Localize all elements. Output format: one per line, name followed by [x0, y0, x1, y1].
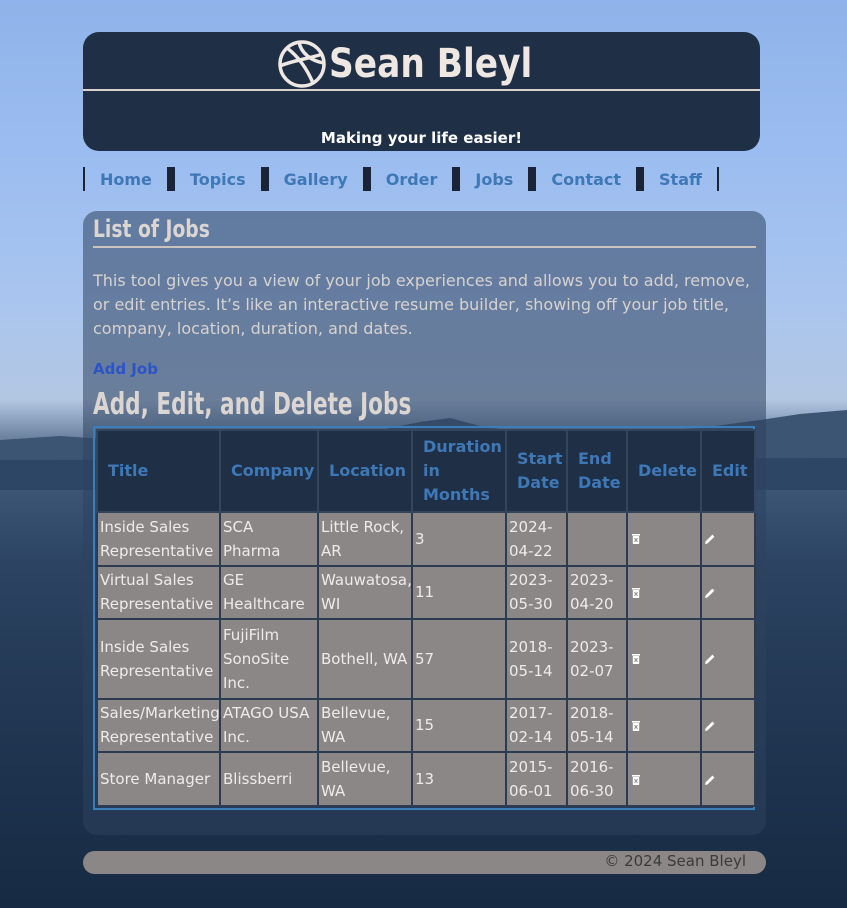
- site-header: Sean Bleyl Making your life easier!: [83, 32, 760, 151]
- edit-cell: [700, 697, 756, 754]
- cell-company: GE Healthcare: [219, 564, 319, 621]
- add-job-link[interactable]: Add Job: [93, 360, 158, 378]
- jobs-panel: List of Jobs This tool gives you a view …: [83, 211, 766, 835]
- cell-start-date: 2015-06-01: [505, 751, 568, 807]
- nav-divider: [716, 167, 719, 191]
- cell-title: Store Manager: [96, 751, 221, 807]
- edit-cell: [700, 564, 756, 621]
- edit-cell: [700, 618, 756, 700]
- column-header-title[interactable]: Title: [96, 429, 221, 513]
- nav-item-staff[interactable]: Staff: [644, 170, 717, 189]
- column-header-start-date[interactable]: Start Date: [505, 429, 568, 513]
- cell-start-date: 2023-05-30: [505, 564, 568, 621]
- nav-item-topics[interactable]: Topics: [175, 170, 261, 189]
- cell-location: Bothell, WA: [317, 618, 413, 700]
- jobs-table: Title Company Location Duration in Month…: [96, 429, 756, 807]
- cell-location: Wauwatosa, WI: [317, 564, 413, 621]
- trash-icon[interactable]: [630, 774, 642, 786]
- nav-divider: [452, 167, 461, 191]
- nav-item-order[interactable]: Order: [371, 170, 453, 189]
- table-row: Inside Sales Representative FujiFilm Son…: [96, 618, 756, 700]
- site-footer: © 2024 Sean Bleyl: [83, 851, 766, 874]
- nav-divider: [166, 167, 175, 191]
- table-row: Inside Sales Representative SCA Pharma L…: [96, 511, 756, 567]
- pencil-icon[interactable]: [704, 587, 716, 599]
- copyright-text: © 2024 Sean Bleyl: [604, 852, 746, 870]
- cell-location: Little Rock, AR: [317, 511, 413, 567]
- cell-title: Sales/Marketing Representative: [96, 697, 221, 754]
- edit-cell: [700, 511, 756, 567]
- pencil-icon[interactable]: [704, 720, 716, 732]
- edit-cell: [700, 751, 756, 807]
- cell-company: Blissberri: [219, 751, 319, 807]
- cell-end-date: 2023-02-07: [566, 618, 628, 700]
- cell-start-date: 2018-05-14: [505, 618, 568, 700]
- brand-name: Sean Bleyl: [329, 41, 533, 87]
- column-header-edit[interactable]: Edit: [700, 429, 756, 513]
- table-header-row: Title Company Location Duration in Month…: [96, 429, 756, 513]
- nav-item-home[interactable]: Home: [85, 170, 167, 189]
- delete-cell: [626, 564, 702, 621]
- nav-item-jobs[interactable]: Jobs: [460, 170, 528, 189]
- cell-company: SCA Pharma: [219, 511, 319, 567]
- cell-title: Inside Sales Representative: [96, 511, 221, 567]
- trash-icon[interactable]: [630, 533, 642, 545]
- table-row: Store Manager Blissberri Bellevue, WA 13…: [96, 751, 756, 807]
- column-header-location[interactable]: Location: [317, 429, 413, 513]
- cell-end-date: 2016-06-30: [566, 751, 628, 807]
- column-header-duration[interactable]: Duration in Months: [411, 429, 507, 513]
- pencil-icon[interactable]: [704, 533, 716, 545]
- column-header-end-date[interactable]: End Date: [566, 429, 628, 513]
- cell-location: Bellevue, WA: [317, 697, 413, 754]
- tagline: Making your life easier!: [320, 129, 523, 147]
- table-row: Virtual Sales Representative GE Healthca…: [96, 564, 756, 621]
- cell-duration: 15: [411, 697, 507, 754]
- cell-company: FujiFilm SonoSite Inc.: [219, 618, 319, 700]
- column-header-company[interactable]: Company: [219, 429, 319, 513]
- title-divider: [93, 246, 756, 248]
- page-title: List of Jobs: [93, 215, 210, 243]
- trash-icon[interactable]: [630, 653, 642, 665]
- jobs-table-wrapper: Title Company Location Duration in Month…: [93, 426, 756, 810]
- cell-duration: 13: [411, 751, 507, 807]
- cell-duration: 57: [411, 618, 507, 700]
- table-row: Sales/Marketing Representative ATAGO USA…: [96, 697, 756, 754]
- column-header-delete[interactable]: Delete: [626, 429, 702, 513]
- cell-end-date: 2018-05-14: [566, 697, 628, 754]
- delete-cell: [626, 751, 702, 807]
- cell-duration: 11: [411, 564, 507, 621]
- cell-company: ATAGO USA Inc.: [219, 697, 319, 754]
- pencil-icon[interactable]: [704, 774, 716, 786]
- cell-title: Virtual Sales Representative: [96, 564, 221, 621]
- nav-item-gallery[interactable]: Gallery: [269, 170, 363, 189]
- nav-item-contact[interactable]: Contact: [536, 170, 636, 189]
- main-nav: Home Topics Gallery Order Jobs Contact S…: [83, 167, 719, 191]
- basketball-icon: [278, 40, 327, 88]
- trash-icon[interactable]: [630, 720, 642, 732]
- nav-divider: [260, 167, 269, 191]
- nav-divider: [528, 167, 537, 191]
- header-divider: [83, 89, 760, 91]
- cell-end-date: 2023-04-20: [566, 564, 628, 621]
- intro-text: This tool gives you a view of your job e…: [93, 271, 750, 338]
- cell-start-date: 2017-02-14: [505, 697, 568, 754]
- nav-divider: [362, 167, 371, 191]
- cell-start-date: 2024-04-22: [505, 511, 568, 567]
- cell-title: Inside Sales Representative: [96, 618, 221, 700]
- delete-cell: [626, 511, 702, 567]
- section-subtitle: Add, Edit, and Delete Jobs: [93, 387, 412, 422]
- cell-location: Bellevue, WA: [317, 751, 413, 807]
- trash-icon[interactable]: [630, 587, 642, 599]
- delete-cell: [626, 618, 702, 700]
- cell-duration: 3: [411, 511, 507, 567]
- nav-divider: [636, 167, 645, 191]
- delete-cell: [626, 697, 702, 754]
- brand[interactable]: Sean Bleyl: [83, 36, 760, 92]
- pencil-icon[interactable]: [704, 653, 716, 665]
- cell-end-date: [566, 511, 628, 567]
